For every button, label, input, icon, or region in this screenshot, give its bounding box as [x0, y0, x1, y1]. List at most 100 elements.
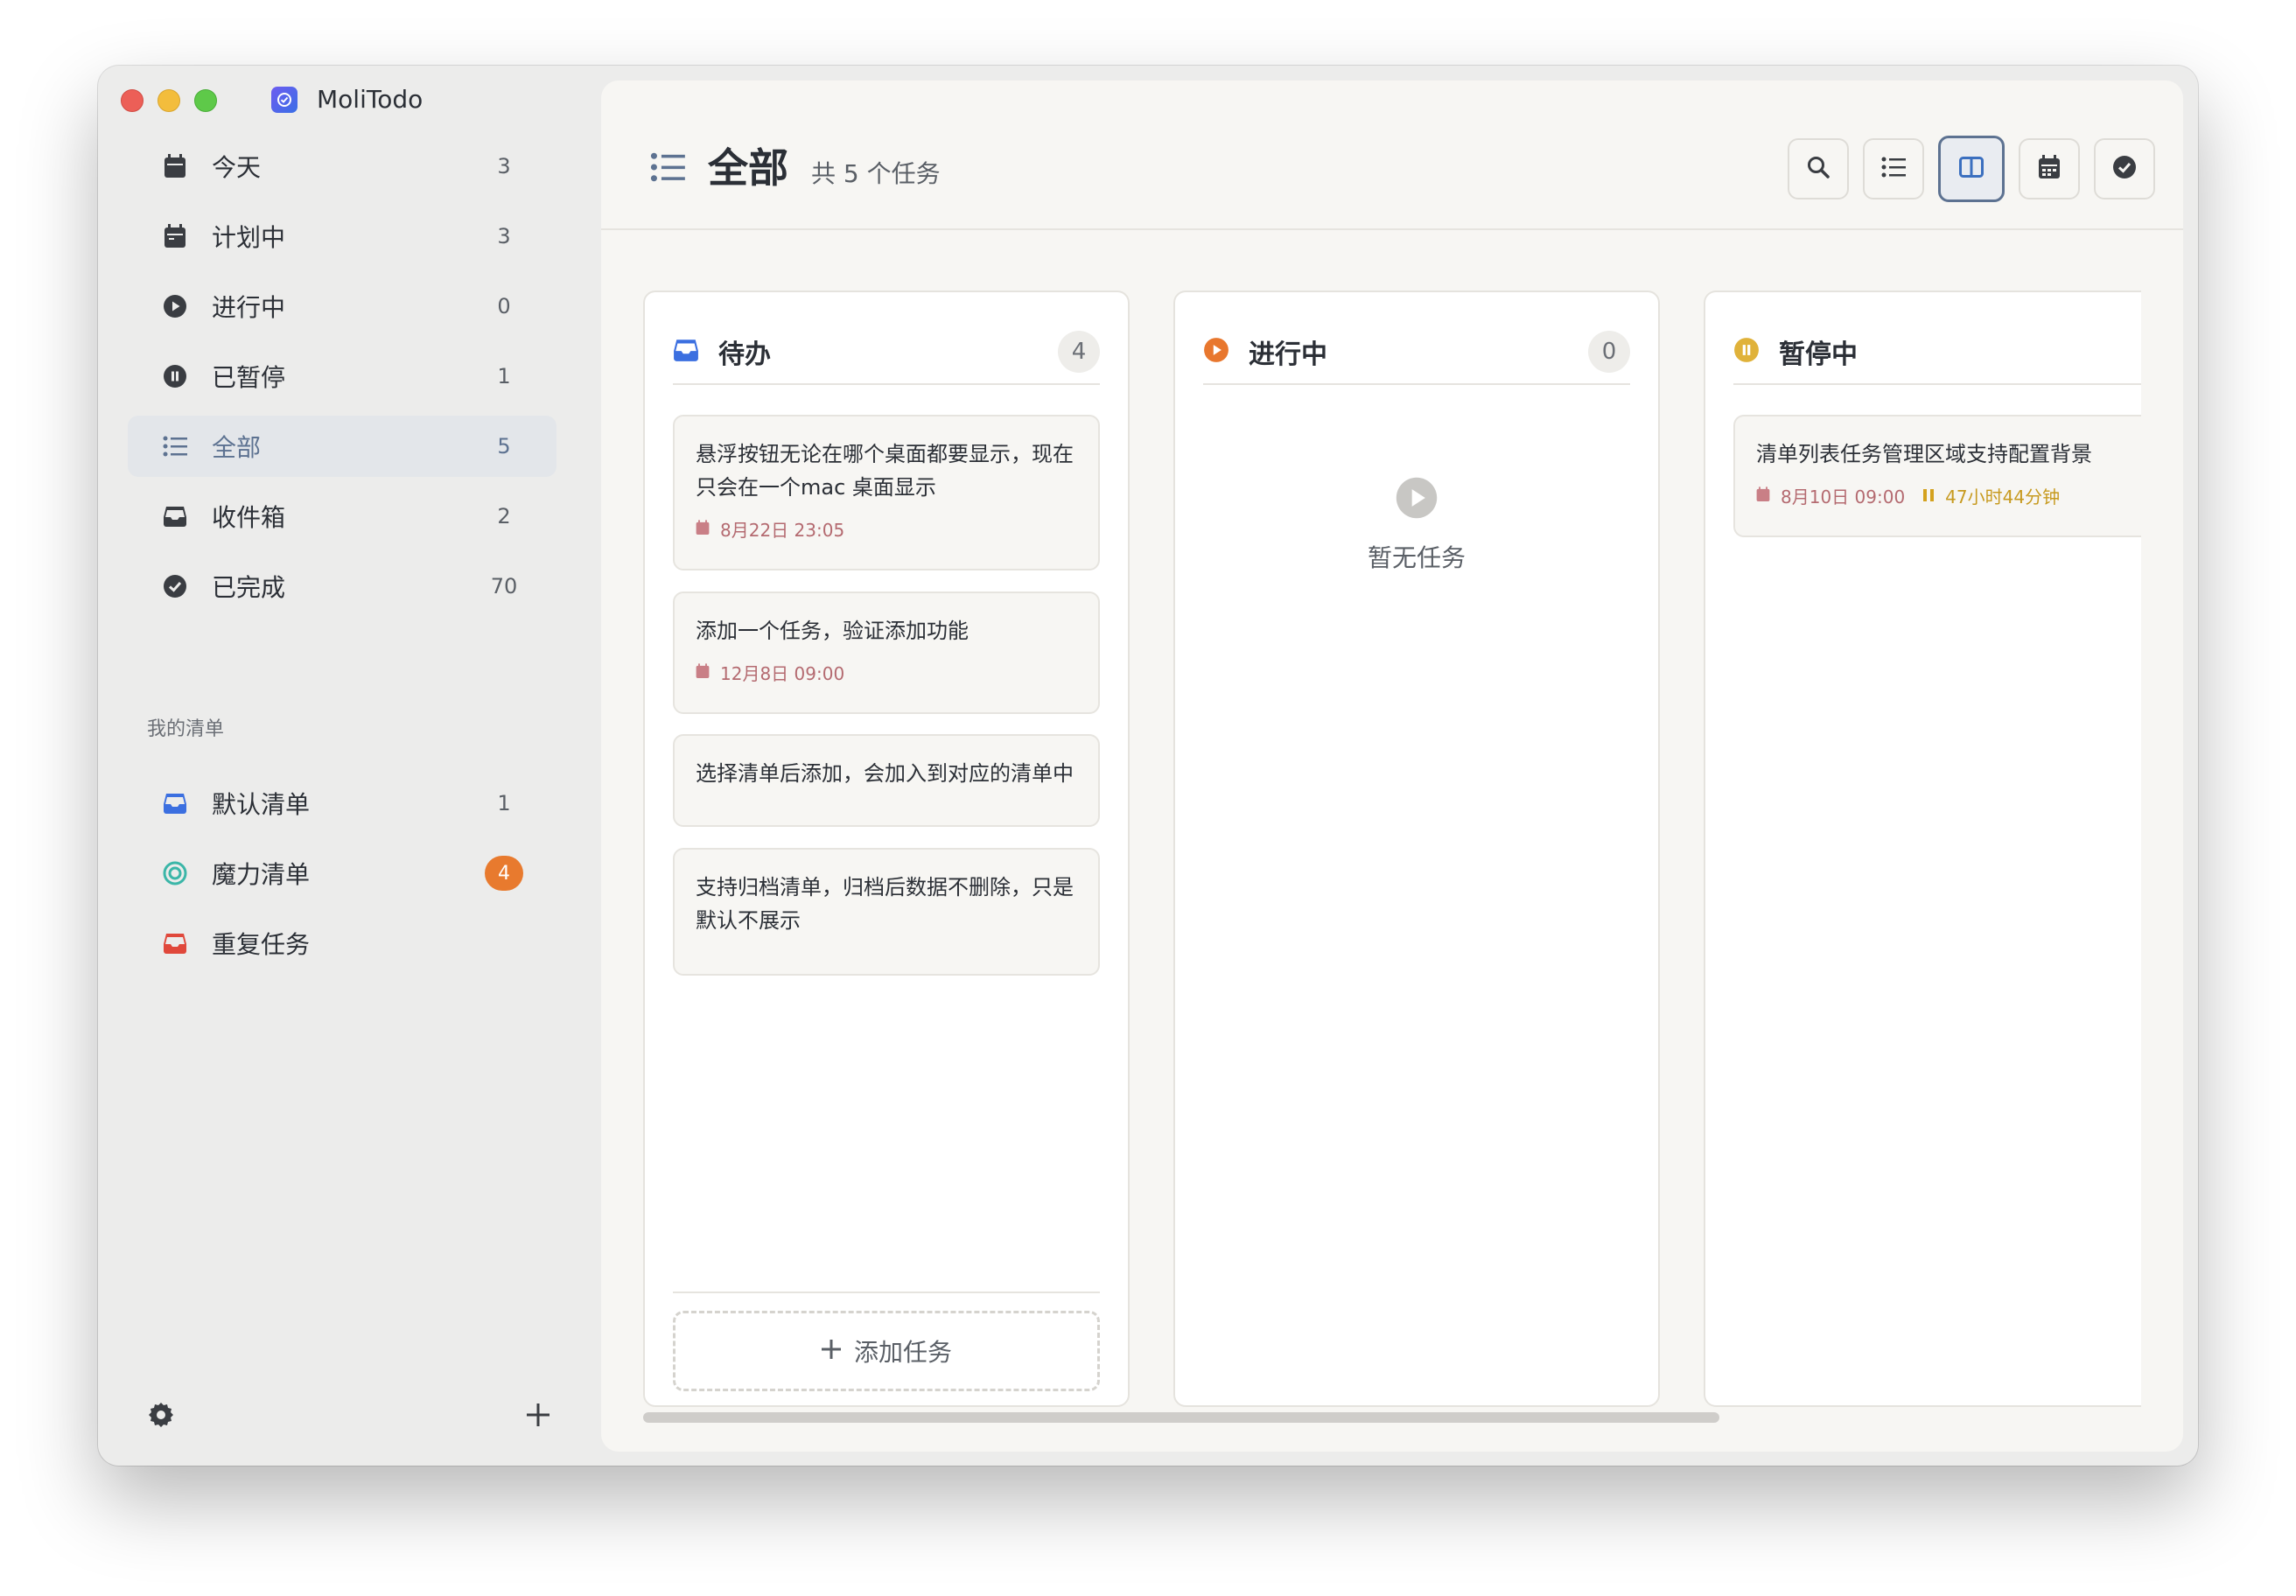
sidebar-item-today[interactable]: 今天 3	[128, 136, 556, 197]
task-card[interactable]: 添加一个任务，验证添加功能 12月8日 09:00	[673, 592, 1100, 714]
pause-circle-icon	[159, 364, 191, 388]
task-count-summary: 共 5 个任务	[811, 159, 941, 188]
task-title: 悬浮按钮无论在哪个桌面都要显示，现在只会在一个mac 桌面显示	[696, 442, 1074, 500]
task-title: 清单列表任务管理区域支持配置背景	[1756, 442, 2092, 466]
page-title: 全部	[708, 144, 788, 192]
task-card[interactable]: 悬浮按钮无论在哪个桌面都要显示，现在只会在一个mac 桌面显示 8月22日 23…	[673, 415, 1100, 570]
column-title: 待办	[718, 340, 771, 370]
calendar-icon	[1756, 486, 1770, 507]
column-divider	[673, 1292, 1100, 1293]
list-item-default[interactable]: 默认清单 1	[128, 773, 556, 834]
play-circle-icon	[1203, 337, 1229, 367]
paused-duration: 47小时44分钟	[1945, 486, 2061, 508]
sidebar-item-count: 0	[497, 294, 511, 318]
search-button[interactable]	[1788, 138, 1849, 200]
completed-view-button[interactable]	[2094, 138, 2155, 200]
inbox-icon	[159, 792, 191, 815]
calendar-icon	[696, 519, 710, 540]
inbox-icon	[673, 338, 699, 366]
sidebar-item-in-progress[interactable]: 进行中 0	[128, 276, 556, 337]
sidebar-item-label: 计划中	[212, 223, 286, 252]
list-view-button[interactable]	[1863, 138, 1924, 200]
sidebar-item-inbox[interactable]: 收件箱 2	[128, 486, 556, 547]
list-item-magic[interactable]: 魔力清单 4	[128, 843, 556, 904]
inbox-icon	[159, 505, 191, 528]
sidebar-item-count: 5	[497, 434, 511, 458]
sidebar-item-label: 进行中	[212, 293, 286, 322]
sidebar-item-label: 今天	[212, 153, 262, 182]
list-icon	[1881, 157, 1906, 181]
list-item-label: 魔力清单	[212, 860, 311, 889]
view-toolbar	[1788, 136, 2155, 202]
task-title: 选择清单后添加，会加入到对应的清单中	[696, 761, 1074, 786]
list-item-badge: 4	[485, 856, 523, 891]
task-card[interactable]: 清单列表任务管理区域支持配置背景 8月10日 09:00 47小时44分钟	[1733, 415, 2141, 537]
column-count: 4	[1058, 331, 1100, 373]
add-list-button[interactable]	[525, 1402, 551, 1432]
window-controls	[121, 89, 217, 112]
inbox-icon	[159, 932, 191, 955]
close-window-button[interactable]	[121, 89, 144, 112]
add-task-button[interactable]: 添加任务	[673, 1311, 1100, 1391]
column-paused: 暂停中 1 清单列表任务管理区域支持配置背景 8月10日 09:00 47小时4…	[1704, 290, 2141, 1407]
board-horizontal-scrollbar[interactable]	[643, 1412, 1719, 1423]
task-due-date: 12月8日 09:00	[720, 663, 845, 684]
columns-icon	[1959, 157, 1984, 181]
column-header: 待办 4	[673, 320, 1100, 385]
empty-state: 暂无任务	[1175, 476, 1658, 574]
task-meta: 8月10日 09:00 47小时44分钟	[1756, 483, 2141, 508]
pause-icon	[1922, 486, 1935, 507]
sidebar-item-count: 3	[497, 224, 511, 248]
maximize-window-button[interactable]	[194, 89, 217, 112]
sidebar-item-label: 收件箱	[212, 503, 286, 532]
empty-state-text: 暂无任务	[1367, 543, 1466, 572]
task-title: 支持归档清单，归档后数据不删除，只是默认不展示	[696, 875, 1074, 933]
sidebar-item-label: 已暂停	[212, 363, 286, 392]
sidebar-item-count: 3	[497, 154, 511, 178]
minimize-window-button[interactable]	[158, 89, 180, 112]
task-card[interactable]: 支持归档清单，归档后数据不删除，只是默认不展示	[673, 848, 1100, 976]
column-title: 暂停中	[1779, 340, 1858, 370]
column-header: 进行中 0	[1203, 320, 1630, 385]
check-circle-icon	[159, 574, 191, 598]
sidebar-item-count: 2	[497, 504, 511, 528]
kanban-view-button[interactable]	[1938, 136, 2005, 202]
list-icon	[650, 152, 685, 186]
task-card[interactable]: 选择清单后添加，会加入到对应的清单中	[673, 734, 1100, 827]
play-circle-icon	[1395, 476, 1438, 523]
task-due-date: 8月22日 23:05	[720, 520, 845, 541]
column-header: 暂停中 1	[1733, 320, 2141, 385]
pause-circle-icon	[1733, 337, 1760, 367]
sidebar-item-completed[interactable]: 已完成 70	[128, 556, 556, 617]
list-item-recurring[interactable]: 重复任务	[128, 913, 556, 974]
calendar-icon	[159, 154, 191, 178]
list-icon	[159, 436, 191, 457]
calendar-icon	[159, 224, 191, 248]
calendar-icon	[696, 662, 710, 683]
add-task-label: 添加任务	[853, 1338, 952, 1367]
sidebar-item-all[interactable]: 全部 5	[128, 416, 556, 477]
list-item-label: 重复任务	[212, 930, 311, 959]
column-in-progress: 进行中 0 暂无任务	[1173, 290, 1660, 1407]
sidebar-item-planned[interactable]: 计划中 3	[128, 206, 556, 267]
sidebar-item-label: 全部	[212, 433, 262, 462]
calendar-view-button[interactable]	[2019, 138, 2080, 200]
sidebar-item-count: 70	[490, 574, 518, 598]
sidebar-item-paused[interactable]: 已暂停 1	[128, 346, 556, 407]
kanban-board: 待办 4 悬浮按钮无论在哪个桌面都要显示，现在只会在一个mac 桌面显示 8月2…	[643, 290, 2141, 1412]
play-circle-icon	[159, 294, 191, 318]
calendar-icon	[2038, 155, 2061, 183]
my-lists-heading: 我的清单	[147, 718, 225, 740]
column-count: 0	[1588, 331, 1630, 373]
app-name: MoliTodo	[317, 85, 424, 114]
task-due-date: 8月10日 09:00	[1781, 486, 1906, 508]
column-title: 进行中	[1249, 340, 1327, 370]
sidebar-footer	[147, 1401, 551, 1432]
column-todo: 待办 4 悬浮按钮无论在哪个桌面都要显示，现在只会在一个mac 桌面显示 8月2…	[643, 290, 1130, 1407]
sidebar-item-count: 1	[497, 364, 511, 388]
settings-gear-icon[interactable]	[147, 1401, 175, 1432]
list-item-count: 1	[497, 791, 511, 816]
main-header: 全部 共 5 个任务	[601, 80, 2183, 230]
task-meta: 8月22日 23:05	[696, 516, 1077, 542]
list-item-label: 默认清单	[212, 790, 311, 819]
